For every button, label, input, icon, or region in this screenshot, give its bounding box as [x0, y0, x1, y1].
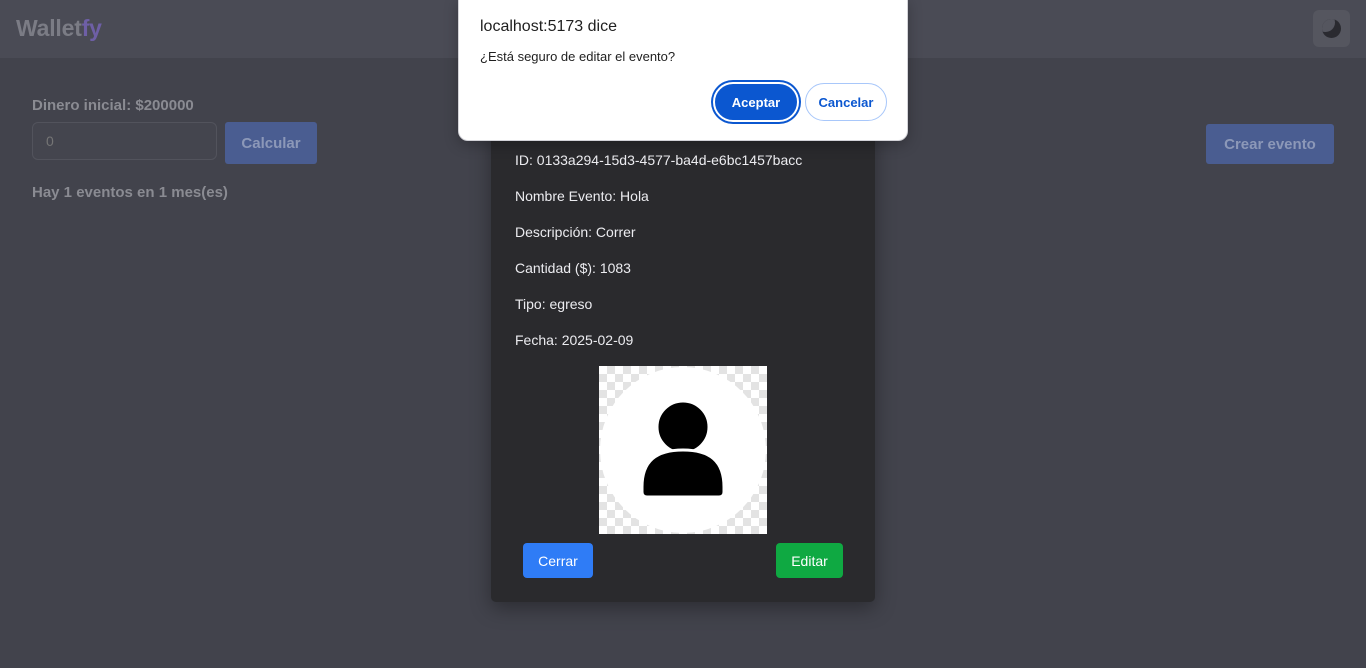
moon-icon	[1322, 19, 1341, 38]
events-count-text: Hay 1 eventos en 1 mes(es)	[32, 184, 228, 201]
create-event-button[interactable]: Crear evento	[1206, 124, 1334, 164]
initial-money-label: Dinero inicial: $200000	[32, 97, 194, 114]
dialog-title: localhost:5173 dice	[480, 18, 617, 35]
event-name: Nombre Evento: Hola	[515, 188, 649, 204]
event-detail-modal: ID: 0133a294-15d3-4577-ba4d-e6bc1457bacc…	[491, 120, 875, 602]
cancel-button[interactable]: Cancelar	[805, 83, 887, 121]
logo-main-text: Wallet	[16, 15, 82, 41]
event-date: Fecha: 2025-02-09	[515, 332, 634, 348]
confirm-dialog: localhost:5173 dice ¿Está seguro de edit…	[458, 0, 908, 141]
event-amount: Cantidad ($): 1083	[515, 260, 631, 276]
money-input[interactable]	[32, 122, 217, 160]
logo-accent-text: fy	[81, 15, 102, 41]
user-avatar-icon	[600, 367, 766, 533]
edit-button[interactable]: Editar	[776, 543, 843, 578]
calculate-button[interactable]: Calcular	[225, 122, 317, 164]
event-image	[599, 366, 767, 534]
theme-toggle-button[interactable]	[1313, 10, 1350, 47]
event-id: ID: 0133a294-15d3-4577-ba4d-e6bc1457bacc	[515, 152, 803, 168]
accept-button[interactable]: Aceptar	[713, 82, 799, 122]
close-button[interactable]: Cerrar	[523, 543, 593, 578]
event-type: Tipo: egreso	[515, 296, 593, 312]
app-logo[interactable]: Walletfy	[16, 15, 102, 42]
dialog-message: ¿Está seguro de editar el evento?	[480, 49, 676, 64]
event-description: Descripción: Correr	[515, 224, 636, 240]
